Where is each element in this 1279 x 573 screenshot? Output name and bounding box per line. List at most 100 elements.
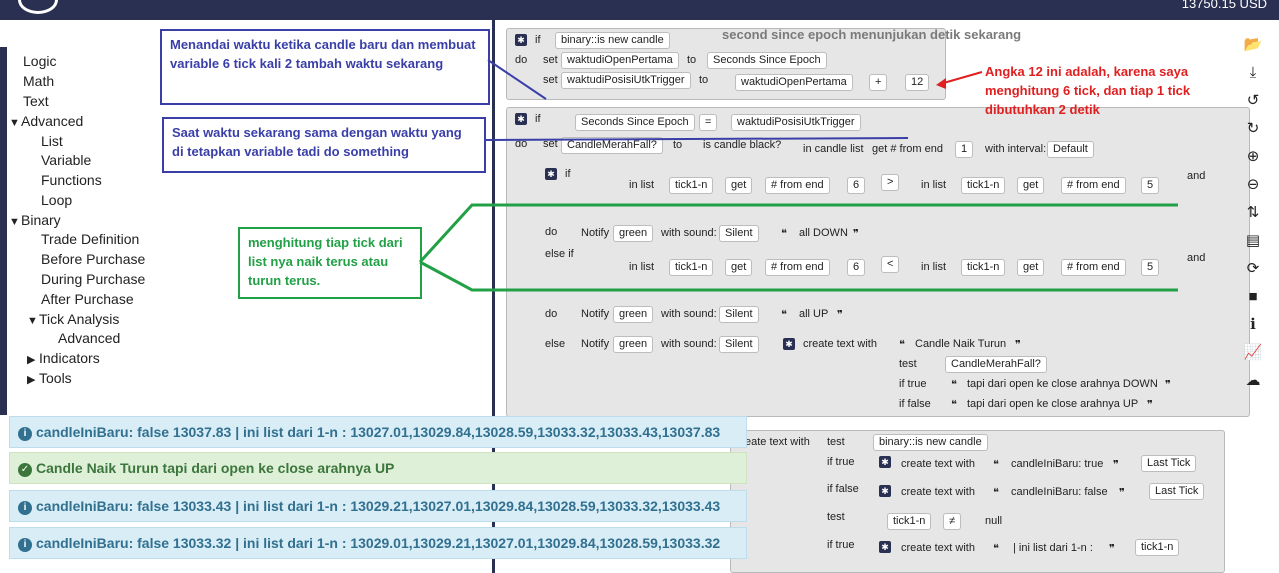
toolbox-item-trade-definition[interactable]: Trade Definition bbox=[41, 231, 139, 247]
text-all-down[interactable]: all DOWN bbox=[799, 227, 848, 239]
lt-operator[interactable]: < bbox=[881, 256, 900, 273]
variable-waktu-trigger-ref[interactable]: waktudiPosisiUtkTrigger bbox=[731, 114, 861, 131]
tick-var-4[interactable]: tick1-n bbox=[961, 259, 1006, 276]
toolbox-item-tools[interactable]: ▶ Tools bbox=[27, 370, 72, 386]
last-tick-block-2[interactable]: Last Tick bbox=[1149, 483, 1205, 500]
from-end-select-4[interactable]: # from end bbox=[1061, 259, 1126, 276]
text-candle-ini-baru-false[interactable]: candleIniBaru: false bbox=[1011, 486, 1108, 498]
text-all-up[interactable]: all UP bbox=[799, 308, 828, 320]
variable-waktu-open[interactable]: waktudiOpenPertama bbox=[561, 52, 679, 69]
from-end-select-2[interactable]: # from end bbox=[1061, 177, 1126, 194]
seconds-since-epoch-block[interactable]: Seconds Since Epoch bbox=[707, 52, 827, 69]
text-up[interactable]: tapi dari open ke close arahnya UP bbox=[967, 398, 1138, 410]
tick-var-5[interactable]: tick1-n bbox=[887, 513, 932, 530]
variable-waktu-trigger[interactable]: waktudiPosisiUtkTrigger bbox=[561, 72, 691, 89]
zoom-out-button[interactable]: ⊖ bbox=[1236, 172, 1270, 198]
text-ini-list[interactable]: | ini list dari 1-n : bbox=[1013, 542, 1093, 554]
binary-new-candle-block[interactable]: binary::is new candle bbox=[555, 32, 670, 49]
toolbox-item-indicators[interactable]: ▶ Indicators bbox=[27, 350, 100, 366]
gear-icon[interactable]: ✱ bbox=[545, 168, 557, 180]
tick-var-6[interactable]: tick1-n bbox=[1135, 539, 1180, 556]
toolbox-item-logic[interactable]: Logic bbox=[23, 53, 56, 69]
variable-candle-merah-ref[interactable]: CandleMerahFall? bbox=[945, 356, 1047, 373]
toolbox-item-during-purchase[interactable]: During Purchase bbox=[41, 271, 145, 287]
toolbox-item-binary[interactable]: ▼Binary bbox=[9, 212, 61, 228]
gear-icon[interactable]: ✱ bbox=[879, 485, 891, 497]
get-select-1[interactable]: get bbox=[725, 177, 753, 194]
interval-select[interactable]: Default bbox=[1047, 141, 1094, 158]
toolbox-item-text[interactable]: Text bbox=[23, 93, 49, 109]
sound-select-2[interactable]: Silent bbox=[719, 306, 759, 323]
undo-icon: ↺ bbox=[1246, 92, 1260, 109]
sort-icon: ⇅ bbox=[1246, 204, 1260, 221]
if-epoch-trigger-block[interactable]: ✱ if Seconds Since Epoch = waktudiPosisi… bbox=[506, 107, 1250, 417]
zoom-in-button[interactable]: ⊕ bbox=[1236, 144, 1270, 170]
logo-icon[interactable] bbox=[18, 0, 58, 14]
toolbox-item-list[interactable]: List bbox=[41, 133, 63, 149]
redo-icon: ↻ bbox=[1246, 120, 1260, 137]
toolbox-item-loop[interactable]: Loop bbox=[41, 192, 72, 208]
tick-var-2[interactable]: tick1-n bbox=[961, 177, 1006, 194]
logs-button[interactable]: ▤ bbox=[1236, 228, 1270, 254]
is-candle-black-block[interactable]: is candle black? bbox=[703, 139, 781, 151]
from-end-select-1[interactable]: # from end bbox=[765, 177, 830, 194]
redo-button[interactable]: ↻ bbox=[1236, 116, 1270, 142]
gt-operator[interactable]: > bbox=[881, 174, 900, 191]
chart-button[interactable]: 📈 bbox=[1236, 340, 1270, 366]
info-button[interactable]: ℹ bbox=[1236, 312, 1270, 338]
toolbox-item-math[interactable]: Math bbox=[23, 73, 54, 89]
toolbox-item-tick-analysis[interactable]: ▼Tick Analysis bbox=[27, 311, 119, 327]
binary-new-candle-block-2[interactable]: binary::is new candle bbox=[873, 434, 988, 451]
open-file-button[interactable]: 📂 bbox=[1236, 32, 1270, 58]
toolbox-item-before-purchase[interactable]: Before Purchase bbox=[41, 251, 145, 267]
gear-icon[interactable]: ✱ bbox=[515, 34, 527, 46]
last-tick-block-1[interactable]: Last Tick bbox=[1141, 455, 1197, 472]
toolbox-item-after-purchase[interactable]: After Purchase bbox=[41, 291, 134, 307]
equals-operator[interactable]: = bbox=[699, 114, 718, 131]
gear-icon[interactable]: ✱ bbox=[879, 541, 891, 553]
number-12[interactable]: 12 bbox=[905, 74, 930, 91]
tick-var-3[interactable]: tick1-n bbox=[669, 259, 714, 276]
from-end-select-3[interactable]: # from end bbox=[765, 259, 830, 276]
text-candle-ini-baru-true[interactable]: candleIniBaru: true bbox=[1011, 458, 1103, 470]
color-select-3[interactable]: green bbox=[613, 336, 654, 353]
toolbox-item-tick-advanced[interactable]: Advanced bbox=[58, 330, 120, 346]
get-select-3[interactable]: get bbox=[725, 259, 753, 276]
variable-candle-merah[interactable]: CandleMerahFall? bbox=[561, 137, 663, 154]
number-1[interactable]: 1 bbox=[955, 141, 974, 158]
document-icon: ▤ bbox=[1245, 232, 1261, 249]
get-select-2[interactable]: get bbox=[1017, 177, 1045, 194]
toolbox-item-variable[interactable]: Variable bbox=[41, 152, 91, 168]
seconds-since-epoch-block[interactable]: Seconds Since Epoch bbox=[575, 114, 695, 131]
variable-waktu-open-ref[interactable]: waktudiOpenPertama bbox=[735, 74, 853, 91]
number-6b[interactable]: 6 bbox=[847, 259, 866, 276]
color-select-2[interactable]: green bbox=[613, 306, 654, 323]
gear-icon[interactable]: ✱ bbox=[879, 456, 891, 468]
neq-operator[interactable]: ≠ bbox=[943, 513, 962, 530]
toolbox-item-functions[interactable]: Functions bbox=[41, 172, 102, 188]
save-file-button[interactable]: ⤓ bbox=[1236, 60, 1270, 86]
log-message: i candleIniBaru: false 13033.43 | ini lis… bbox=[9, 490, 747, 522]
number-6[interactable]: 6 bbox=[847, 177, 866, 194]
chart-icon: 📈 bbox=[1243, 344, 1263, 361]
create-text-block[interactable]: eate text with test binary::is new candl… bbox=[730, 430, 1225, 573]
get-select-4[interactable]: get bbox=[1017, 259, 1045, 276]
number-5b[interactable]: 5 bbox=[1141, 259, 1160, 276]
text-candle-naik-turun[interactable]: Candle Naik Turun bbox=[915, 338, 1006, 350]
folder-open-icon: 📂 bbox=[1243, 36, 1263, 53]
sound-select-1[interactable]: Silent bbox=[719, 225, 759, 242]
toolbox-item-advanced[interactable]: ▼Advanced bbox=[9, 113, 83, 129]
reset-button[interactable]: ⟳ bbox=[1236, 256, 1270, 282]
plus-operator[interactable]: + bbox=[869, 74, 888, 91]
text-down[interactable]: tapi dari open ke close arahnya DOWN bbox=[967, 378, 1158, 390]
tick-var-1[interactable]: tick1-n bbox=[669, 177, 714, 194]
sort-button[interactable]: ⇅ bbox=[1236, 200, 1270, 226]
gear-icon[interactable]: ✱ bbox=[515, 113, 527, 125]
cloud-button[interactable]: ☁ bbox=[1236, 368, 1270, 394]
gear-icon[interactable]: ✱ bbox=[783, 338, 795, 350]
stop-button[interactable]: ■ bbox=[1236, 284, 1270, 310]
sound-select-3[interactable]: Silent bbox=[719, 336, 759, 353]
undo-button[interactable]: ↺ bbox=[1236, 88, 1270, 114]
number-5[interactable]: 5 bbox=[1141, 177, 1160, 194]
color-select-1[interactable]: green bbox=[613, 225, 654, 242]
